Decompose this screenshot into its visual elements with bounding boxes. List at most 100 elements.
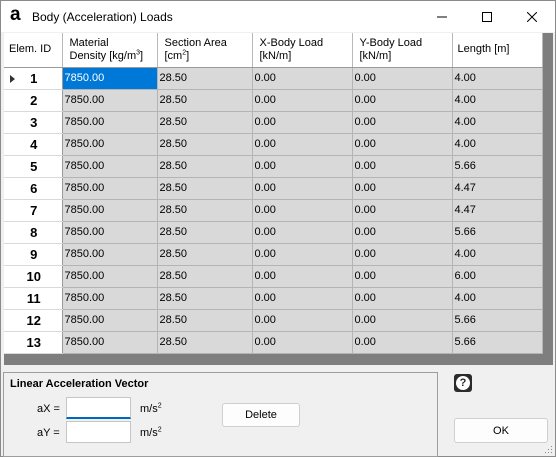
cell-yload[interactable]: 0.00 — [352, 265, 453, 288]
cell-xload[interactable]: 0.00 — [252, 177, 353, 200]
cell-yload[interactable]: 0.00 — [352, 155, 453, 178]
row-header-elem-id[interactable]: 8 — [4, 221, 63, 244]
cell-xload[interactable]: 0.00 — [252, 199, 353, 222]
cell-density[interactable]: 7850.00 — [62, 111, 158, 134]
cell-yload[interactable]: 0.00 — [352, 89, 453, 112]
table-row[interactable]: 9 7850.00 28.50 0.00 0.00 4.00 — [4, 243, 543, 266]
table-row[interactable]: 12 7850.00 28.50 0.00 0.00 5.66 — [4, 309, 543, 332]
cell-length[interactable]: 4.47 — [452, 177, 543, 200]
cell-length[interactable]: 6.00 — [452, 265, 543, 288]
cell-length[interactable]: 5.66 — [452, 331, 543, 354]
cell-area[interactable]: 28.50 — [157, 111, 253, 134]
table-row[interactable]: 6 7850.00 28.50 0.00 0.00 4.47 — [4, 177, 543, 200]
table-row[interactable]: 11 7850.00 28.50 0.00 0.00 4.00 — [4, 287, 543, 310]
cell-length[interactable]: 4.00 — [452, 287, 543, 310]
cell-length[interactable]: 4.00 — [452, 67, 543, 90]
header-y-body-load[interactable]: Y-Body Load [kN/m] — [352, 33, 453, 68]
loads-grid[interactable]: Elem. ID Material Density [kg/m3] Section… — [4, 33, 553, 365]
cell-area[interactable]: 28.50 — [157, 67, 253, 90]
cell-length[interactable]: 5.66 — [452, 309, 543, 332]
cell-density[interactable]: 7850.00 — [62, 177, 158, 200]
row-header-elem-id[interactable]: 11 — [4, 287, 63, 310]
cell-density[interactable]: 7850.00 — [62, 67, 158, 90]
cell-yload[interactable]: 0.00 — [352, 133, 453, 156]
cell-length[interactable]: 5.66 — [452, 155, 543, 178]
cell-density[interactable]: 7850.00 — [62, 287, 158, 310]
cell-xload[interactable]: 0.00 — [252, 243, 353, 266]
cell-area[interactable]: 28.50 — [157, 199, 253, 222]
row-header-elem-id[interactable]: 4 — [4, 133, 63, 156]
cell-area[interactable]: 28.50 — [157, 155, 253, 178]
row-header-elem-id[interactable]: 13 — [4, 331, 63, 354]
cell-area[interactable]: 28.50 — [157, 309, 253, 332]
cell-area[interactable]: 28.50 — [157, 287, 253, 310]
row-header-elem-id[interactable]: 2 — [4, 89, 63, 112]
cell-density[interactable]: 7850.00 — [62, 221, 158, 244]
row-header-elem-id[interactable]: 12 — [4, 309, 63, 332]
table-row[interactable]: 7 7850.00 28.50 0.00 0.00 4.47 — [4, 199, 543, 222]
cell-density[interactable]: 7850.00 — [62, 155, 158, 178]
cell-yload[interactable]: 0.00 — [352, 309, 453, 332]
table-row[interactable]: 10 7850.00 28.50 0.00 0.00 6.00 — [4, 265, 543, 288]
cell-density[interactable]: 7850.00 — [62, 331, 158, 354]
cell-yload[interactable]: 0.00 — [352, 287, 453, 310]
cell-density[interactable]: 7850.00 — [62, 309, 158, 332]
cell-density[interactable]: 7850.00 — [62, 133, 158, 156]
maximize-button[interactable] — [464, 1, 510, 32]
cell-density[interactable]: 7850.00 — [62, 89, 158, 112]
row-header-elem-id[interactable]: 3 — [4, 111, 63, 134]
cell-area[interactable]: 28.50 — [157, 89, 253, 112]
table-row[interactable]: 4 7850.00 28.50 0.00 0.00 4.00 — [4, 133, 543, 156]
resize-grip-icon[interactable] — [543, 444, 553, 454]
cell-length[interactable]: 5.66 — [452, 221, 543, 244]
cell-yload[interactable]: 0.00 — [352, 221, 453, 244]
row-header-elem-id[interactable]: 5 — [4, 155, 63, 178]
cell-density[interactable]: 7850.00 — [62, 265, 158, 288]
row-header-elem-id[interactable]: 9 — [4, 243, 63, 266]
delete-button[interactable]: Delete — [222, 403, 300, 427]
cell-xload[interactable]: 0.00 — [252, 265, 353, 288]
header-density[interactable]: Material Density [kg/m3] — [62, 33, 158, 68]
close-button[interactable] — [509, 1, 555, 32]
cell-xload[interactable]: 0.00 — [252, 331, 353, 354]
ok-button[interactable]: OK — [454, 418, 548, 443]
cell-density[interactable]: 7850.00 — [62, 199, 158, 222]
cell-yload[interactable]: 0.00 — [352, 243, 453, 266]
row-header-elem-id[interactable]: 7 — [4, 199, 63, 222]
ay-input[interactable] — [66, 421, 131, 443]
cell-yload[interactable]: 0.00 — [352, 199, 453, 222]
cell-area[interactable]: 28.50 — [157, 133, 253, 156]
row-header-elem-id[interactable]: 1 — [4, 67, 63, 90]
cell-length[interactable]: 4.47 — [452, 199, 543, 222]
cell-length[interactable]: 4.00 — [452, 133, 543, 156]
table-row[interactable]: 5 7850.00 28.50 0.00 0.00 5.66 — [4, 155, 543, 178]
table-row[interactable]: 8 7850.00 28.50 0.00 0.00 5.66 — [4, 221, 543, 244]
cell-xload[interactable]: 0.00 — [252, 67, 353, 90]
cell-area[interactable]: 28.50 — [157, 331, 253, 354]
table-row[interactable]: 2 7850.00 28.50 0.00 0.00 4.00 — [4, 89, 543, 112]
cell-area[interactable]: 28.50 — [157, 243, 253, 266]
cell-length[interactable]: 4.00 — [452, 89, 543, 112]
ax-input[interactable] — [66, 397, 131, 419]
header-section-area[interactable]: Section Area [cm2] — [157, 33, 253, 68]
cell-yload[interactable]: 0.00 — [352, 111, 453, 134]
cell-yload[interactable]: 0.00 — [352, 67, 453, 90]
header-x-body-load[interactable]: X-Body Load [kN/m] — [252, 33, 353, 68]
help-button[interactable]: ? — [454, 374, 472, 392]
cell-area[interactable]: 28.50 — [157, 177, 253, 200]
header-elem-id[interactable]: Elem. ID — [4, 33, 63, 68]
cell-density[interactable]: 7850.00 — [62, 243, 158, 266]
table-row[interactable]: 3 7850.00 28.50 0.00 0.00 4.00 — [4, 111, 543, 134]
cell-length[interactable]: 4.00 — [452, 243, 543, 266]
cell-xload[interactable]: 0.00 — [252, 287, 353, 310]
table-row[interactable]: 1 7850.00 28.50 0.00 0.00 4.00 — [4, 67, 543, 90]
cell-xload[interactable]: 0.00 — [252, 111, 353, 134]
cell-area[interactable]: 28.50 — [157, 221, 253, 244]
cell-yload[interactable]: 0.00 — [352, 177, 453, 200]
cell-length[interactable]: 4.00 — [452, 111, 543, 134]
row-header-elem-id[interactable]: 6 — [4, 177, 63, 200]
cell-yload[interactable]: 0.00 — [352, 331, 453, 354]
header-length[interactable]: Length [m] — [452, 33, 543, 68]
table-row[interactable]: 13 7850.00 28.50 0.00 0.00 5.66 — [4, 331, 543, 354]
row-header-elem-id[interactable]: 10 — [4, 265, 63, 288]
